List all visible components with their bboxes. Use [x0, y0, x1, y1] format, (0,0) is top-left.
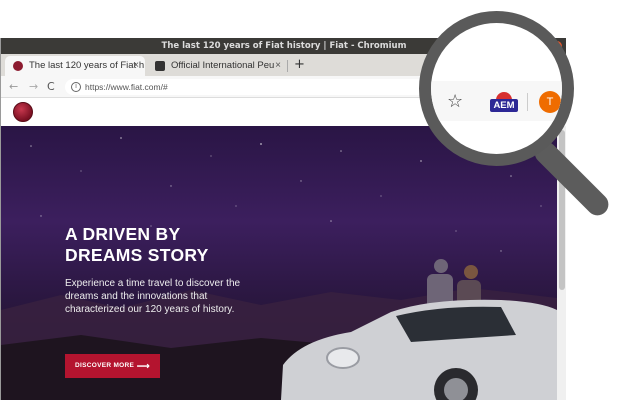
close-tab-icon[interactable]: × [133, 56, 139, 76]
tab-fiat[interactable]: The last 120 years of Fiat h × [5, 56, 145, 76]
discover-more-label: DISCOVER MORE [75, 362, 135, 369]
discover-more-button[interactable]: DISCOVER MORE ⟶ [65, 354, 160, 378]
bookmark-star-icon[interactable]: ☆ [447, 93, 463, 111]
back-button[interactable]: ← [9, 79, 18, 95]
tab-divider [287, 60, 288, 72]
forward-button[interactable]: → [29, 79, 38, 95]
toolbar-divider [527, 93, 528, 111]
arrow-right-icon: ⟶ [136, 361, 150, 371]
close-tab-icon[interactable]: × [275, 56, 281, 76]
address-bar[interactable]: i https://www.fiat.com/# [65, 79, 465, 95]
magnifier-lens: ☆ AEM T [419, 11, 574, 166]
tab-label: Official International Peu [171, 60, 275, 71]
peugeot-favicon-icon [155, 61, 165, 71]
reload-button[interactable]: C [47, 79, 55, 95]
hero-title: A DRIVEN BY DREAMS STORY [65, 224, 209, 265]
site-info-icon[interactable]: i [71, 82, 81, 92]
new-tab-button[interactable]: + [294, 56, 305, 74]
tab-label: The last 120 years of Fiat h [29, 60, 145, 71]
hero-description: Experience a time travel to discover the… [65, 278, 241, 315]
fiat-favicon-icon [13, 61, 23, 71]
tab-peugeot[interactable]: Official International Peu × [147, 56, 287, 76]
aem-extension-label: AEM [490, 99, 518, 112]
aem-extension-icon[interactable]: AEM [490, 92, 518, 112]
profile-avatar[interactable]: T [539, 91, 561, 113]
fiat-logo[interactable] [13, 102, 33, 122]
url-text: https://www.fiat.com/# [85, 82, 168, 92]
